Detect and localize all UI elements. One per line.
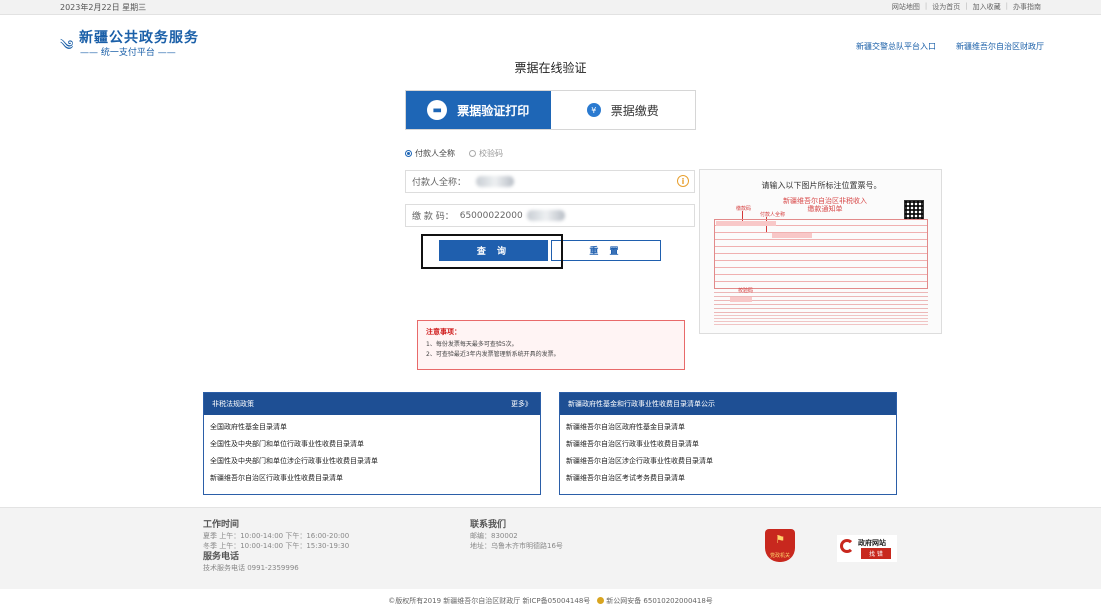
redacted-text [526, 210, 565, 221]
invoice-title-line1: 新疆维吾尔自治区非税收入 [783, 197, 867, 205]
postcode: 邮编：830002 [470, 532, 518, 540]
address: 地址：乌鲁木齐市明德路16号 [470, 542, 563, 550]
radio-label: 付款人全称 [415, 149, 455, 158]
radio-dot [469, 150, 476, 157]
highlight-check [730, 297, 752, 302]
invoice-title: 新疆维吾尔自治区非税收入 缴款通知单 [770, 197, 880, 213]
invoice-items [714, 291, 928, 313]
wallet-icon: ▬ [427, 100, 448, 120]
more-link[interactable]: 更多》 [511, 399, 532, 409]
query-button[interactable]: 查 询 [439, 240, 548, 261]
police-record[interactable]: 新公网安备 65010202000418号 [606, 597, 713, 605]
list-item[interactable]: 全国性及中央部门和单位涉企行政事业性收费目录清单 [210, 453, 534, 470]
badge-label: 党政机关 [769, 553, 790, 559]
field-label: 缴 款 码： [412, 212, 454, 222]
finance-dept-link[interactable]: 新疆维吾尔自治区财政厅 [956, 41, 1044, 52]
list-item[interactable]: 新疆维吾尔自治区行政事业性收费目录清单 [566, 436, 890, 453]
payment-code-field[interactable]: 缴 款 码： 65000022000 [405, 204, 695, 227]
current-date: 2023年2月22日 星期三 [60, 3, 147, 12]
invoice-footnote [714, 315, 928, 325]
sample-invoice-panel: 请输入以下图片所标注位置票号。 新疆维吾尔自治区非税收入 缴款通知单 缴款码 付… [699, 169, 942, 334]
police-badge-icon [596, 597, 604, 604]
tab-verify-print[interactable]: ▬ 票据验证打印 [406, 91, 551, 129]
notice-item: 2、可查验最近3年内发票管理新系统开具的发票。 [426, 351, 560, 358]
pin-label-payer: 付款人全称 [760, 212, 786, 218]
badge-sub: 找 错 [861, 548, 891, 559]
add-favorite-link[interactable]: 加入收藏 [973, 2, 1001, 12]
header-links: 新疆交警总队平台入口 新疆维吾尔自治区财政厅 [856, 41, 1044, 52]
panel-title: 非税法规政策 [212, 400, 254, 408]
page-title: 票据在线验证 [514, 61, 587, 75]
qr-code-icon [904, 200, 924, 220]
work-hours: 工作时间 夏季 上午：10:00-14:00 下午：16:00-20:00 冬季… [203, 519, 349, 573]
info-icon[interactable]: i [677, 175, 689, 187]
payment-code-value: 65000022000 [459, 210, 523, 221]
sample-invoice-image: 新疆维吾尔自治区非税收入 缴款通知单 缴款码 付款人全称 校验码 [710, 195, 932, 329]
guide-link[interactable]: 办事指南 [1013, 2, 1041, 12]
divider: | [924, 2, 928, 10]
divider: | [1005, 2, 1008, 10]
logo-name: 新疆公共政务服务 [79, 30, 199, 46]
top-bar: 2023年2月22日 星期三 网站地图 | 设为首页 | 加入收藏 | 办事指南 [0, 0, 1101, 15]
list-item[interactable]: 新疆维吾尔自治区涉企行政事业性收费目录清单 [566, 453, 890, 470]
emblem-icon: ⚑ [775, 533, 785, 546]
list-item[interactable]: 全国政府性基金目录清单 [210, 419, 534, 436]
redacted-text [476, 176, 515, 187]
radio-payer-name[interactable]: 付款人全称 [405, 148, 455, 159]
pin-label-code: 缴款码 [736, 206, 752, 212]
tab-bar: ▬ 票据验证打印 ¥ 票据缴费 [405, 90, 696, 130]
radio-check-code[interactable]: 校验码 [469, 148, 503, 159]
payer-name-field[interactable]: 付款人全称： i [405, 170, 695, 193]
list-item[interactable]: 新疆维吾尔自治区政府性基金目录清单 [566, 419, 890, 436]
notice-box: 注意事项： 1、每份发票每天最多可查验5次。 2、可查验最近3年内发票管理新系统… [417, 320, 685, 370]
fee-catalog-panel: 新疆政府性基金和行政事业性收费目录清单公示 新疆维吾尔自治区政府性基金目录清单 … [559, 392, 897, 495]
report-error-badge[interactable]: 政府网站 找 错 [837, 535, 897, 562]
contact-title: 联系我们 [470, 520, 507, 530]
tab-label: 票据缴费 [610, 103, 659, 118]
set-homepage-link[interactable]: 设为首页 [932, 2, 960, 12]
highlight-code [716, 221, 776, 226]
sitemap-link[interactable]: 网站地图 [892, 2, 920, 12]
list-item[interactable]: 全国性及中央部门和单位行政事业性收费目录清单 [210, 436, 534, 453]
panel-title: 新疆政府性基金和行政事业性收费目录清单公示 [568, 400, 715, 408]
field-label: 付款人全称： [412, 178, 467, 188]
service-phone: 技术服务电话 0991-2359996 [203, 564, 299, 572]
panel-header: 非税法规政策 更多》 [204, 393, 540, 415]
contact-us: 联系我们 邮编：830002 地址：乌鲁木齐市明德路16号 [470, 519, 563, 551]
winter-hours: 冬季 上午：10:00-14:00 下午：15:30-19:30 [203, 542, 350, 550]
policy-panel: 非税法规政策 更多》 全国政府性基金目录清单 全国性及中央部门和单位行政事业性收… [203, 392, 541, 495]
tab-label: 票据验证打印 [457, 103, 530, 118]
pin-label-check: 校验码 [738, 288, 754, 294]
summer-hours: 夏季 上午：10:00-14:00 下午：16:00-20:00 [203, 532, 350, 540]
reset-button[interactable]: 重 置 [551, 240, 661, 261]
highlight-payer [772, 233, 812, 238]
work-hours-title: 工作时间 [203, 520, 240, 530]
magnifier-icon [840, 539, 854, 553]
logo-subtitle: —— 统一支付平台 —— [80, 48, 176, 58]
copyright-text: ©版权所有2019 新疆维吾尔自治区财政厅 新ICP备05004148号 [388, 597, 591, 605]
badge-title: 政府网站 [858, 539, 886, 547]
invoice-title-line2: 缴款通知单 [807, 205, 843, 213]
invoice-table [714, 219, 928, 289]
traffic-police-link[interactable]: 新疆交警总队平台入口 [856, 41, 936, 52]
divider: | [965, 2, 968, 10]
search-mode-radios: 付款人全称 校验码 [405, 148, 503, 159]
notice-title: 注意事项： [426, 328, 461, 336]
top-links: 网站地图 | 设为首页 | 加入收藏 | 办事指南 [892, 2, 1041, 12]
notice-item: 1、每份发票每天最多可查验5次。 [426, 341, 518, 348]
sample-hint: 请输入以下图片所标注位置票号。 [761, 181, 882, 190]
tab-payment[interactable]: ¥ 票据缴费 [550, 91, 695, 129]
panel-header: 新疆政府性基金和行政事业性收费目录清单公示 [560, 393, 896, 415]
copyright-bar: ©版权所有2019 新疆维吾尔自治区财政厅 新ICP备05004148号 新公网… [0, 590, 1101, 613]
service-phone-title: 服务电话 [203, 552, 240, 562]
radio-label: 校验码 [479, 149, 503, 158]
list-item[interactable]: 新疆维吾尔自治区行政事业性收费目录清单 [210, 470, 534, 487]
footer: 工作时间 夏季 上午：10:00-14:00 下午：16:00-20:00 冬季… [0, 507, 1101, 589]
party-government-badge[interactable]: ⚑ 党政机关 [765, 529, 795, 562]
shield-icon: ¥ [586, 103, 601, 117]
list-item[interactable]: 新疆维吾尔自治区考试考务费目录清单 [566, 470, 890, 487]
radio-dot [405, 150, 412, 157]
